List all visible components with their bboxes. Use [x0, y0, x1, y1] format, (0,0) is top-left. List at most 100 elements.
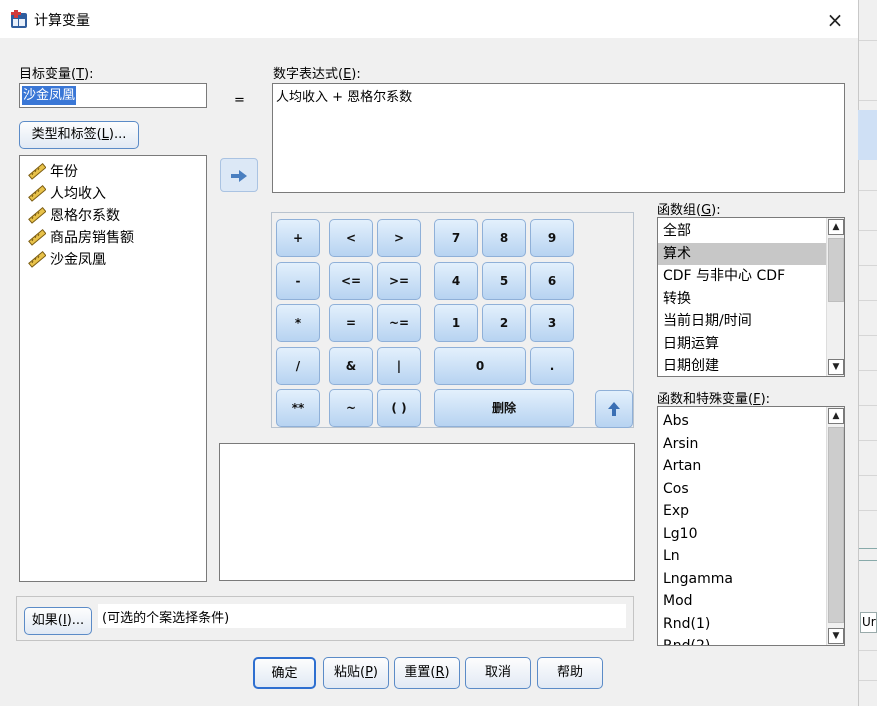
variable-name: 沙金凤凰	[50, 252, 106, 268]
scale-ruler-icon	[28, 162, 46, 180]
close-button[interactable]: ×	[820, 6, 850, 34]
function-item[interactable]: Exp	[658, 500, 826, 523]
scroll-down-arrow-icon[interactable]: ▼	[828, 359, 844, 375]
functions-scrollbar[interactable]: ▲ ▼	[826, 407, 844, 645]
variable-list[interactable]: 年份 人均收入 恩格尔系数 商品房销售额 沙金凤凰	[19, 155, 207, 582]
key-minus[interactable]: -	[276, 262, 320, 300]
function-group-item[interactable]: 日期创建	[658, 355, 826, 376]
compute-variable-dialog: 计算变量 × 目标变量(T): 沙金凤凰 = 数字表达式(E): 人均收入 + …	[0, 0, 858, 706]
scale-ruler-icon	[28, 206, 46, 224]
key-decimal[interactable]: .	[530, 347, 574, 385]
key-plus[interactable]: +	[276, 219, 320, 257]
background-selection	[858, 110, 877, 160]
scale-ruler-icon	[28, 228, 46, 246]
scroll-up-arrow-icon[interactable]: ▲	[828, 219, 844, 235]
variable-item[interactable]: 商品房销售额	[20, 226, 206, 248]
arrow-right-icon	[231, 170, 247, 182]
key-0[interactable]: 0	[434, 347, 526, 385]
scale-ruler-icon	[28, 184, 46, 202]
background-window	[858, 0, 877, 706]
key-and[interactable]: &	[329, 347, 373, 385]
scroll-thumb[interactable]	[828, 427, 844, 623]
function-group-item-selected[interactable]: 算术	[658, 242, 826, 265]
function-group-item[interactable]: 全部	[658, 220, 826, 243]
target-variable-label: 目标变量(T):	[19, 67, 94, 82]
variable-item[interactable]: 恩格尔系数	[20, 204, 206, 226]
function-group-item[interactable]: CDF 与非中心 CDF	[658, 265, 826, 288]
function-item[interactable]: Mod	[658, 590, 826, 613]
variable-name: 年份	[50, 164, 78, 180]
function-group-label: 函数组(G):	[657, 203, 721, 218]
variable-item[interactable]: 年份	[20, 160, 206, 182]
scroll-up-arrow-icon[interactable]: ▲	[828, 408, 844, 424]
reset-button[interactable]: 重置(R)	[394, 657, 460, 689]
functions-list[interactable]: Abs Arsin Artan Cos Exp Lg10 Ln Lngamma …	[657, 406, 845, 646]
key-3[interactable]: 3	[530, 304, 574, 342]
variable-name: 恩格尔系数	[50, 208, 120, 224]
scroll-thumb[interactable]	[828, 238, 844, 302]
background-cell: Ur	[860, 612, 877, 633]
function-group-item[interactable]: 当前日期/时间	[658, 310, 826, 333]
equals-sign: =	[234, 93, 245, 108]
function-group-list[interactable]: 全部 算术 CDF 与非中心 CDF 转换 当前日期/时间 日期运算 日期创建 …	[657, 217, 845, 377]
key-less-than[interactable]: <	[329, 219, 373, 257]
function-item[interactable]: Rnd(1)	[658, 613, 826, 636]
key-2[interactable]: 2	[482, 304, 526, 342]
calculator-app-icon	[11, 10, 27, 28]
function-item[interactable]: Cos	[658, 478, 826, 501]
cancel-button[interactable]: 取消	[465, 657, 531, 689]
if-button[interactable]: 如果(I)...	[24, 607, 92, 635]
variable-item[interactable]: 人均收入	[20, 182, 206, 204]
variable-item[interactable]: 沙金凤凰	[20, 248, 206, 270]
calculator-keypad: + < > 7 8 9 - <= >= 4 5 6 * = ~= 1 2 3 /…	[271, 212, 634, 428]
key-not[interactable]: ~	[329, 389, 373, 427]
key-power[interactable]: **	[276, 389, 320, 427]
function-item[interactable]: Arsin	[658, 433, 826, 456]
variable-name: 商品房销售额	[50, 230, 134, 246]
key-less-equal[interactable]: <=	[329, 262, 373, 300]
target-variable-input[interactable]: 沙金凤凰	[19, 83, 207, 108]
function-item[interactable]: Artan	[658, 455, 826, 478]
numeric-expression-label: 数字表达式(E):	[273, 67, 361, 82]
key-parentheses[interactable]: ( )	[377, 389, 421, 427]
key-8[interactable]: 8	[482, 219, 526, 257]
title-bar: 计算变量 ×	[0, 0, 858, 38]
type-and-label-button[interactable]: 类型和标签(L)...	[19, 121, 139, 149]
function-item[interactable]: Ln	[658, 545, 826, 568]
function-group-item[interactable]: 转换	[658, 288, 826, 311]
key-9[interactable]: 9	[530, 219, 574, 257]
ok-button[interactable]: 确定	[253, 657, 316, 689]
numeric-expression-input[interactable]: 人均收入 + 恩格尔系数	[272, 83, 845, 193]
scale-ruler-icon	[28, 250, 46, 268]
arrow-up-icon	[608, 402, 620, 416]
insert-function-button[interactable]	[595, 390, 633, 428]
key-or[interactable]: |	[377, 347, 421, 385]
scroll-down-arrow-icon[interactable]: ▼	[828, 628, 844, 644]
key-multiply[interactable]: *	[276, 304, 320, 342]
key-5[interactable]: 5	[482, 262, 526, 300]
key-delete[interactable]: 删除	[434, 389, 574, 427]
key-divide[interactable]: /	[276, 347, 320, 385]
condition-text: (可选的个案选择条件)	[98, 604, 626, 628]
key-equals[interactable]: =	[329, 304, 373, 342]
function-item[interactable]: Rnd(2)	[658, 635, 826, 645]
function-item[interactable]: Abs	[658, 410, 826, 433]
key-6[interactable]: 6	[530, 262, 574, 300]
paste-button[interactable]: 粘贴(P)	[323, 657, 389, 689]
key-7[interactable]: 7	[434, 219, 478, 257]
function-item[interactable]: Lg10	[658, 523, 826, 546]
move-variable-button[interactable]	[220, 158, 258, 192]
key-not-equal[interactable]: ~=	[377, 304, 421, 342]
target-variable-value: 沙金凤凰	[22, 86, 77, 105]
variable-name: 人均收入	[50, 186, 106, 202]
function-group-item[interactable]: 日期运算	[658, 333, 826, 356]
key-greater-than[interactable]: >	[377, 219, 421, 257]
help-button[interactable]: 帮助	[537, 657, 603, 689]
function-description-box	[219, 443, 635, 581]
function-item[interactable]: Lngamma	[658, 568, 826, 591]
function-group-scrollbar[interactable]: ▲ ▼	[826, 218, 844, 376]
dialog-title: 计算变量	[34, 13, 90, 29]
key-greater-equal[interactable]: >=	[377, 262, 421, 300]
key-1[interactable]: 1	[434, 304, 478, 342]
key-4[interactable]: 4	[434, 262, 478, 300]
